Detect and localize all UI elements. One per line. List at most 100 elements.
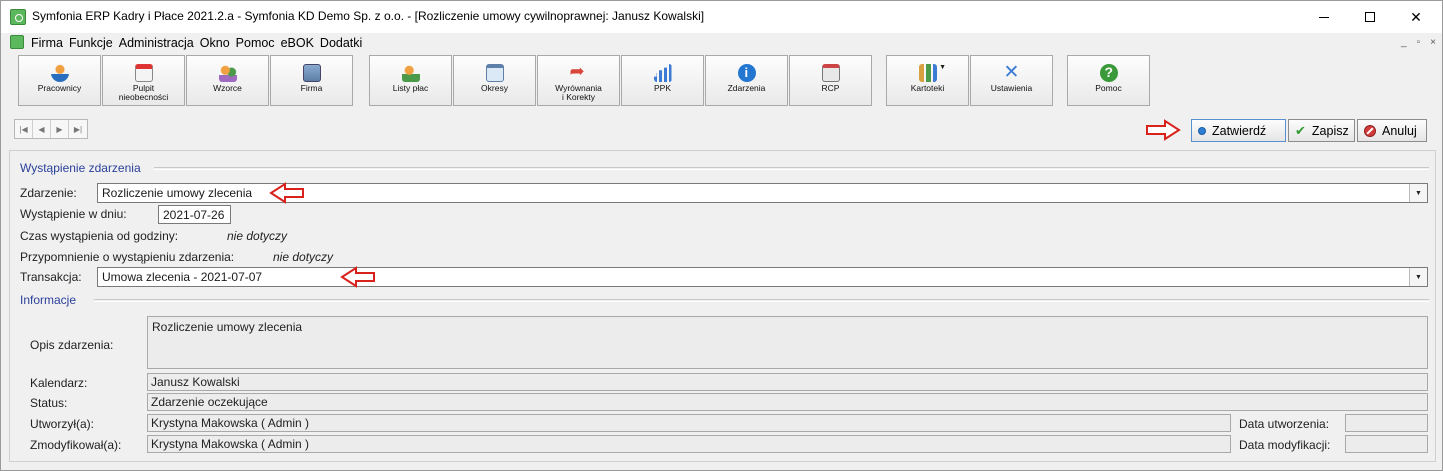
chevron-down-icon: ▼	[1415, 189, 1422, 197]
toolbar-button-pomoc[interactable]: Pomoc	[1067, 55, 1150, 106]
status-label: Status:	[30, 396, 68, 410]
toolbar-button-okresy[interactable]: Okresy	[453, 55, 536, 106]
toolbar-button-firma[interactable]: Firma	[270, 55, 353, 106]
mdi-controls: _ ▫ ×	[1401, 37, 1436, 48]
help-icon	[1099, 64, 1118, 82]
person-icon	[50, 64, 69, 82]
transaction-dropdown-button[interactable]: ▼	[1409, 268, 1427, 286]
time-value: nie dotyczy	[227, 229, 288, 243]
mdi-minimize-icon[interactable]: _	[1401, 37, 1407, 48]
menu-item-administracja[interactable]: Administracja	[119, 36, 198, 50]
maximize-icon	[1365, 12, 1375, 22]
event-form: Wystąpienie zdarzenia Zdarzenie: Rozlicz…	[9, 150, 1436, 462]
toolbar-label: Listy płac	[392, 83, 429, 93]
toolbar-button-wzorce[interactable]: Wzorce	[186, 55, 269, 106]
event-value: Rozliczenie umowy zlecenia	[102, 186, 253, 200]
menu-item-firma[interactable]: Firma	[31, 36, 67, 50]
last-record-button[interactable]: ▶|	[69, 120, 87, 138]
toolbar-label: Ustawienia	[990, 83, 1033, 93]
annotation-arrow-icon	[340, 266, 375, 288]
status-field: Zdarzenie oczekujące	[147, 393, 1428, 411]
annotation-arrow-icon	[269, 182, 304, 204]
transaction-label: Transakcja:	[20, 270, 82, 284]
created-date-label: Data utworzenia:	[1239, 417, 1330, 431]
last-icon: ▶|	[73, 124, 83, 134]
first-icon: |◀	[19, 124, 28, 134]
calendar-value: Janusz Kowalski	[151, 375, 240, 389]
event-date-field[interactable]: 2021-07-26	[158, 205, 231, 224]
status-value: Zdarzenie oczekujące	[151, 395, 268, 409]
event-dropdown-button[interactable]: ▼	[1409, 184, 1427, 202]
save-button[interactable]: ✔ Zapisz	[1288, 119, 1355, 142]
cancel-label: Anuluj	[1382, 123, 1417, 138]
transaction-select[interactable]: Umowa zlecenia - 2021-07-07 ▼	[97, 267, 1428, 287]
toolbar-button-pracownicy[interactable]: Pracownicy	[18, 55, 101, 106]
toolbar-button-ppk[interactable]: PPK	[621, 55, 704, 106]
modified-by-field: Krystyna Makowska ( Admin )	[147, 435, 1231, 453]
next-icon: ▶	[56, 124, 63, 134]
calendar-icon	[134, 64, 153, 82]
created-date-field	[1345, 414, 1428, 432]
confirm-label: Zatwierdź	[1212, 123, 1267, 138]
rcp-icon	[821, 64, 840, 82]
modified-by-value: Krystyna Makowska ( Admin )	[151, 437, 310, 451]
menu-item-dodatki[interactable]: Dodatki	[320, 36, 366, 50]
chevron-down-icon: ▼	[939, 64, 946, 71]
toolbar-label: Zdarzenia	[727, 83, 766, 93]
toolbar-button-listy-plac[interactable]: Listy płac	[369, 55, 452, 106]
modified-date-field	[1345, 435, 1428, 453]
prev-icon: ◀	[38, 124, 45, 134]
info-icon	[737, 64, 756, 82]
menu-item-funkcje[interactable]: Funkcje	[69, 36, 117, 50]
toolbar-button-ustawienia[interactable]: Ustawienia	[970, 55, 1053, 106]
cancel-icon	[1364, 124, 1376, 137]
maximize-button[interactable]	[1347, 1, 1393, 33]
toolbar-label: Okresy	[481, 83, 508, 93]
description-value: Rozliczenie umowy zlecenia	[152, 320, 303, 334]
next-record-button[interactable]: ▶	[51, 120, 69, 138]
reminder-label: Przypomnienie o wystąpieniu zdarzenia:	[20, 250, 235, 264]
title-bar: Symfonia ERP Kadry i Płace 2021.2.a - Sy…	[1, 1, 1442, 33]
toolbar-label: PPK	[653, 83, 671, 93]
toolbar-label: Pulpit nieobecności	[118, 83, 169, 102]
window-title: Symfonia ERP Kadry i Płace 2021.2.a - Sy…	[32, 9, 705, 23]
toolbar-button-kartoteki[interactable]: ▼ Kartoteki	[886, 55, 969, 106]
tools-icon	[1003, 61, 1021, 84]
calendar-field: Janusz Kowalski	[147, 373, 1428, 391]
confirm-button[interactable]: Zatwierdź	[1191, 119, 1286, 142]
bars-icon	[653, 64, 672, 82]
prev-record-button[interactable]: ◀	[33, 120, 51, 138]
modified-date-label: Data modyfikacji:	[1239, 438, 1331, 452]
cancel-button[interactable]: Anuluj	[1357, 119, 1427, 142]
date-label: Wystąpienie w dniu:	[20, 207, 127, 221]
mdi-close-icon[interactable]: ×	[1430, 37, 1436, 48]
app-window: Symfonia ERP Kadry i Płace 2021.2.a - Sy…	[0, 0, 1443, 471]
menu-item-okno[interactable]: Okno	[200, 36, 234, 50]
menu-item-ebok[interactable]: eBOK	[281, 36, 318, 50]
calendar-label: Kalendarz:	[30, 376, 88, 390]
confirm-icon	[1198, 126, 1206, 135]
document-icon[interactable]	[10, 35, 24, 49]
toolbar-label: RCP	[821, 83, 840, 93]
toolbar-label: Pracownicy	[37, 83, 82, 93]
section-divider	[94, 299, 1429, 302]
toolbar-button-pulpit-nieobecnosci[interactable]: Pulpit nieobecności	[102, 55, 185, 106]
section-title-event: Wystąpienie zdarzenia	[20, 161, 141, 175]
first-record-button[interactable]: |◀	[15, 120, 33, 138]
created-by-field: Krystyna Makowska ( Admin )	[147, 414, 1231, 432]
toolbar-label: Pomoc	[1095, 83, 1122, 93]
modified-by-label: Zmodyfikował(a):	[30, 438, 122, 452]
minimize-button[interactable]	[1301, 1, 1347, 33]
minimize-icon	[1319, 16, 1329, 18]
app-logo-icon	[10, 9, 26, 25]
toolbar-button-rcp[interactable]: RCP	[789, 55, 872, 106]
record-navigator: |◀ ◀ ▶ ▶|	[14, 119, 88, 139]
time-label: Czas wystąpienia od godziny:	[20, 229, 179, 243]
toolbar-button-wyrownania[interactable]: Wyrównania i Korekty	[537, 55, 620, 106]
menu-item-pomoc[interactable]: Pomoc	[236, 36, 279, 50]
close-icon: ✕	[1410, 8, 1422, 25]
mdi-restore-icon[interactable]: ▫	[1417, 37, 1421, 48]
toolbar-button-zdarzenia[interactable]: Zdarzenia	[705, 55, 788, 106]
close-button[interactable]: ✕	[1393, 1, 1439, 33]
reminder-value: nie dotyczy	[273, 250, 334, 264]
